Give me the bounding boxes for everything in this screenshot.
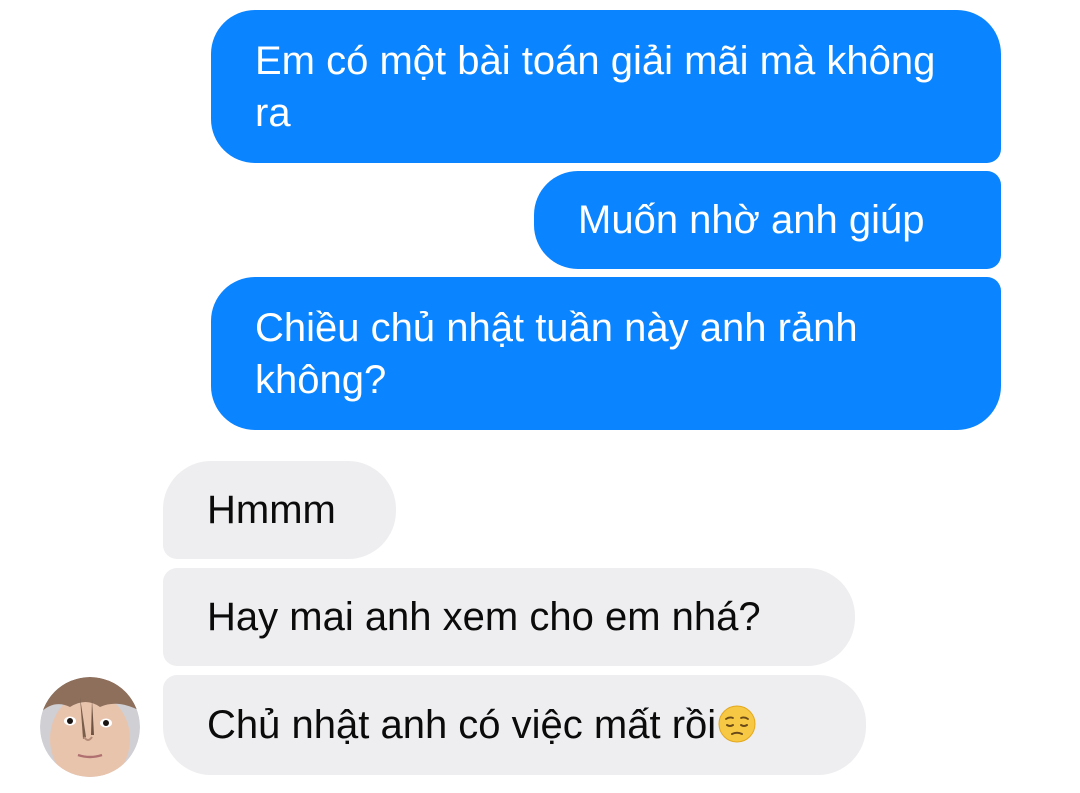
incoming-message[interactable]: Hmmm <box>163 461 396 559</box>
message-text: Hmmm <box>207 488 336 532</box>
outgoing-message[interactable]: Em có một bài toán giải mãi mà không ra <box>211 10 1001 163</box>
message-text: Hay mai anh xem cho em nhá? <box>207 595 761 639</box>
incoming-message[interactable]: Hay mai anh xem cho em nhá? <box>163 568 855 666</box>
incoming-message[interactable]: Chủ nhật anh có việc mất rồi <box>163 675 866 775</box>
message-text: Chủ nhật anh có việc mất rồi <box>207 699 757 751</box>
avatar[interactable] <box>40 677 140 777</box>
message-text: Muốn nhờ anh giúp <box>578 198 925 242</box>
avatar-photo <box>40 677 140 777</box>
chat-thread: Em có một bài toán giải mãi mà không ra … <box>0 0 1080 793</box>
message-text: Chiều chủ nhật tuần này anh rảnh không? <box>255 305 858 402</box>
outgoing-message[interactable]: Muốn nhờ anh giúp <box>534 171 1001 269</box>
outgoing-message[interactable]: Chiều chủ nhật tuần này anh rảnh không? <box>211 277 1001 430</box>
pensive-face-icon <box>718 705 756 743</box>
message-text: Em có một bài toán giải mãi mà không ra <box>255 38 936 135</box>
